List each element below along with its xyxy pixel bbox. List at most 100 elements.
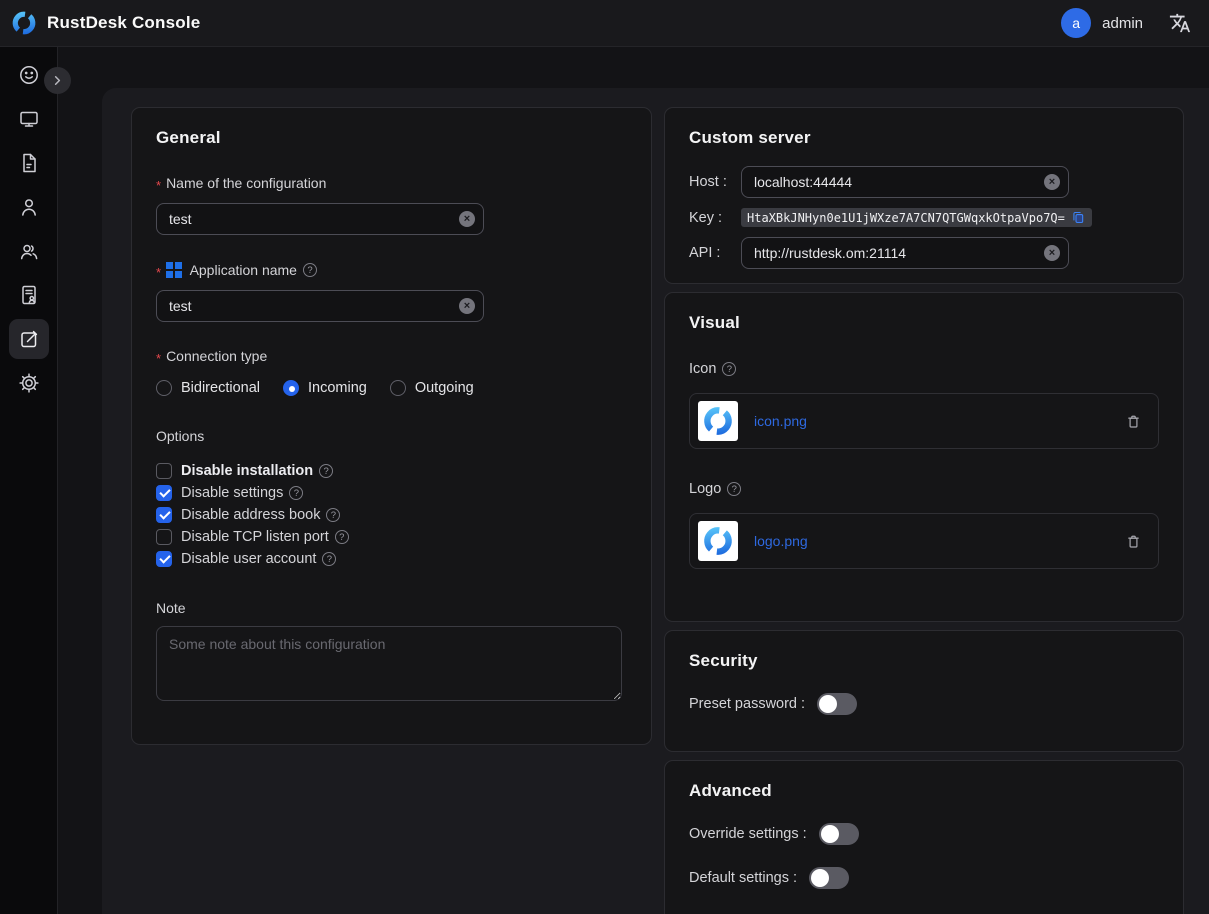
custom-server-panel: Custom server Host : × Key : HtaXBkJNHy xyxy=(664,107,1184,284)
page-title: RustDesk Console xyxy=(47,13,200,33)
sidebar-item-smiley[interactable] xyxy=(9,55,49,95)
user-icon xyxy=(17,195,41,219)
connection-type-label: * Connection type xyxy=(156,348,627,364)
copy-icon[interactable] xyxy=(1071,210,1086,225)
connection-type-group: Bidirectional Incoming Outgoing xyxy=(156,380,627,396)
security-panel: Security Preset password : xyxy=(664,630,1184,752)
required-asterisk: * xyxy=(156,351,161,366)
config-name-label: * Name of the configuration xyxy=(156,175,627,191)
checkbox-disable-user-account[interactable]: Disable user account ? xyxy=(156,548,627,570)
icon-label: Icon ? xyxy=(689,361,1159,377)
sidebar-item-devices[interactable] xyxy=(9,99,49,139)
general-panel: General * Name of the configuration × * xyxy=(131,107,652,745)
api-row: API : × xyxy=(689,237,1159,269)
help-icon[interactable]: ? xyxy=(326,508,340,522)
advanced-panel: Advanced Override settings : Default set… xyxy=(664,760,1184,914)
checkbox-disable-address-book[interactable]: Disable address book ? xyxy=(156,504,627,526)
preset-password-label: Preset password : xyxy=(689,696,805,712)
radio-incoming[interactable]: Incoming xyxy=(283,380,367,396)
document-icon xyxy=(17,151,41,175)
help-icon[interactable]: ? xyxy=(289,486,303,500)
default-settings-label: Default settings : xyxy=(689,870,797,886)
override-settings-row: Override settings : xyxy=(689,823,1159,845)
help-icon[interactable]: ? xyxy=(303,263,317,277)
avatar[interactable]: a xyxy=(1061,8,1091,38)
radio-outgoing[interactable]: Outgoing xyxy=(390,380,474,396)
key-row: Key : HtaXBkJNHyn0e1U1jWXze7A7CN7QTGWqxk… xyxy=(689,208,1159,227)
edit-icon xyxy=(17,327,41,351)
brand: RustDesk Console xyxy=(10,9,200,37)
users-icon xyxy=(17,239,41,263)
delete-icon[interactable] xyxy=(1125,413,1142,430)
sidebar-item-logs[interactable] xyxy=(9,143,49,183)
advanced-title: Advanced xyxy=(689,781,1159,801)
config-name-input[interactable] xyxy=(156,203,484,235)
logo-file-card: logo.png xyxy=(689,513,1159,569)
clear-input-icon[interactable]: × xyxy=(459,298,475,314)
icon-filename-link[interactable]: icon.png xyxy=(754,413,807,429)
clear-input-icon[interactable]: × xyxy=(1044,174,1060,190)
app-name-label: * Application name ? xyxy=(156,262,627,278)
sidebar-item-groups[interactable] xyxy=(9,231,49,271)
override-settings-label: Override settings : xyxy=(689,826,807,842)
host-input[interactable] xyxy=(741,166,1069,198)
help-icon[interactable]: ? xyxy=(722,362,736,376)
gear-icon xyxy=(17,371,41,395)
key-label: Key : xyxy=(689,210,741,226)
windows-icon xyxy=(166,262,182,278)
override-settings-toggle[interactable] xyxy=(819,823,859,845)
note-label: Note xyxy=(156,600,627,616)
main-area: General * Name of the configuration × * xyxy=(58,47,1209,914)
visual-title: Visual xyxy=(689,313,1159,333)
checkbox-disable-settings[interactable]: Disable settings ? xyxy=(156,482,627,504)
monitor-icon xyxy=(17,107,41,131)
help-icon[interactable]: ? xyxy=(335,530,349,544)
rustdesk-logo-icon xyxy=(10,9,38,37)
host-label: Host : xyxy=(689,174,741,190)
content-card: General * Name of the configuration × * xyxy=(102,88,1209,914)
checkbox-disable-installation[interactable]: Disable installation ? xyxy=(156,460,627,482)
clear-input-icon[interactable]: × xyxy=(459,211,475,227)
logo-filename-link[interactable]: logo.png xyxy=(754,533,808,549)
general-title: General xyxy=(156,128,627,148)
smiley-icon xyxy=(17,63,41,87)
help-icon[interactable]: ? xyxy=(727,482,741,496)
sidebar xyxy=(0,47,58,914)
user-menu[interactable]: a admin xyxy=(1061,8,1143,38)
key-value-chip[interactable]: HtaXBkJNHyn0e1U1jWXze7A7CN7QTGWqxkOtpaVp… xyxy=(741,208,1092,227)
api-label: API : xyxy=(689,245,741,261)
help-icon[interactable]: ? xyxy=(319,464,333,478)
sidebar-item-settings[interactable] xyxy=(9,363,49,403)
preset-password-row: Preset password : xyxy=(689,693,1159,715)
visual-panel: Visual Icon ? xyxy=(664,292,1184,622)
delete-icon[interactable] xyxy=(1125,533,1142,550)
sidebar-item-audit[interactable] xyxy=(9,275,49,315)
clear-input-icon[interactable]: × xyxy=(1044,245,1060,261)
required-asterisk: * xyxy=(156,265,161,280)
default-settings-row: Default settings : xyxy=(689,867,1159,889)
sidebar-expand-button[interactable] xyxy=(44,67,71,94)
required-asterisk: * xyxy=(156,178,161,193)
note-textarea[interactable] xyxy=(156,626,622,701)
key-value: HtaXBkJNHyn0e1U1jWXze7A7CN7QTGWqxkOtpaVp… xyxy=(747,211,1065,225)
header: RustDesk Console a admin xyxy=(0,0,1209,47)
translate-icon[interactable] xyxy=(1169,12,1191,34)
icon-thumbnail xyxy=(698,401,738,441)
sidebar-item-custom-client[interactable] xyxy=(9,319,49,359)
audit-document-icon xyxy=(17,283,41,307)
logo-label: Logo ? xyxy=(689,481,1159,497)
chevron-right-icon xyxy=(50,73,65,88)
radio-bidirectional[interactable]: Bidirectional xyxy=(156,380,260,396)
default-settings-toggle[interactable] xyxy=(809,867,849,889)
security-title: Security xyxy=(689,651,1159,671)
help-icon[interactable]: ? xyxy=(322,552,336,566)
options-label: Options xyxy=(156,428,627,444)
host-row: Host : × xyxy=(689,166,1159,198)
checkbox-disable-tcp-listen-port[interactable]: Disable TCP listen port ? xyxy=(156,526,627,548)
custom-server-title: Custom server xyxy=(689,128,1159,148)
app-name-input[interactable] xyxy=(156,290,484,322)
api-input[interactable] xyxy=(741,237,1069,269)
sidebar-item-users[interactable] xyxy=(9,187,49,227)
preset-password-toggle[interactable] xyxy=(817,693,857,715)
icon-file-card: icon.png xyxy=(689,393,1159,449)
